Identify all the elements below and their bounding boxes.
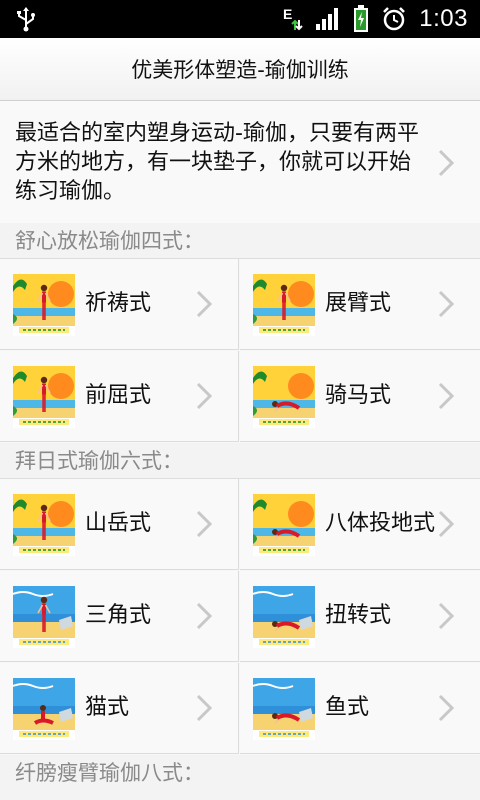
chevron-right-icon — [438, 602, 455, 630]
pose-label: 山岳式 — [85, 511, 152, 536]
pose-item[interactable]: 山岳式 — [0, 479, 239, 570]
pose-item[interactable]: 祈祷式 — [0, 259, 239, 350]
pose-thumbnail-sunset — [13, 366, 75, 428]
chevron-right-icon — [196, 290, 213, 318]
pose-item[interactable]: 扭转式 — [240, 571, 480, 662]
section-header-arms: 纤膀瘦臂瑜伽八式： — [0, 755, 480, 800]
chevron-right-icon — [196, 694, 213, 722]
signal-icon — [315, 7, 341, 31]
chevron-right-icon — [438, 382, 455, 410]
pose-thumbnail-sunset — [253, 366, 315, 428]
usb-icon — [17, 7, 35, 32]
pose-label: 三角式 — [85, 603, 152, 628]
pose-label: 猫式 — [85, 695, 130, 720]
pose-thumbnail-beach — [253, 586, 315, 648]
pose-item[interactable]: 猫式 — [0, 663, 239, 754]
intro-text: 最适合的室内塑身运动-瑜伽，只要有两平方米的地方，有一块垫子，你就可以开始练习瑜… — [15, 121, 419, 204]
alarm-icon — [381, 6, 407, 32]
pose-thumbnail-sunset — [13, 274, 75, 336]
pose-item[interactable]: 八体投地式 — [240, 479, 480, 570]
pose-label: 八体投地式 — [325, 511, 436, 536]
pose-thumbnail-beach — [13, 678, 75, 740]
chevron-right-icon — [196, 382, 213, 410]
status-bar: E 1:03 — [0, 0, 480, 38]
pose-label: 展臂式 — [325, 291, 392, 316]
data-e-icon: E — [281, 6, 303, 32]
section-header-relax: 舒心放松瑜伽四式： — [0, 223, 480, 259]
pose-thumbnail-beach — [253, 678, 315, 740]
pose-thumbnail-sunset — [13, 494, 75, 556]
pose-item[interactable]: 三角式 — [0, 571, 239, 662]
pose-item[interactable]: 骑马式 — [240, 351, 480, 442]
pose-thumbnail-sunset — [253, 274, 315, 336]
pose-label: 扭转式 — [325, 603, 392, 628]
pose-label: 鱼式 — [325, 695, 370, 720]
page-title: 优美形体塑造-瑜伽训练 — [0, 38, 480, 101]
chevron-right-icon — [438, 290, 455, 318]
chevron-right-icon — [438, 510, 455, 538]
chevron-right-icon — [196, 510, 213, 538]
battery-charging-icon — [353, 5, 369, 33]
status-time: 1:03 — [419, 5, 468, 32]
chevron-right-icon — [196, 602, 213, 630]
pose-item[interactable]: 展臂式 — [240, 259, 480, 350]
intro-row[interactable]: 最适合的室内塑身运动-瑜伽，只要有两平方米的地方，有一块垫子，你就可以开始练习瑜… — [0, 101, 480, 224]
svg-text:E: E — [283, 6, 292, 22]
section-header-sun-salutation: 拜日式瑜伽六式： — [0, 443, 480, 479]
pose-label: 前屈式 — [85, 383, 152, 408]
chevron-right-icon — [438, 149, 455, 177]
pose-label: 骑马式 — [325, 383, 392, 408]
chevron-right-icon — [438, 694, 455, 722]
pose-label: 祈祷式 — [85, 291, 152, 316]
pose-thumbnail-beach — [13, 586, 75, 648]
pose-thumbnail-sunset — [253, 494, 315, 556]
pose-item[interactable]: 前屈式 — [0, 351, 239, 442]
pose-item[interactable]: 鱼式 — [240, 663, 480, 754]
